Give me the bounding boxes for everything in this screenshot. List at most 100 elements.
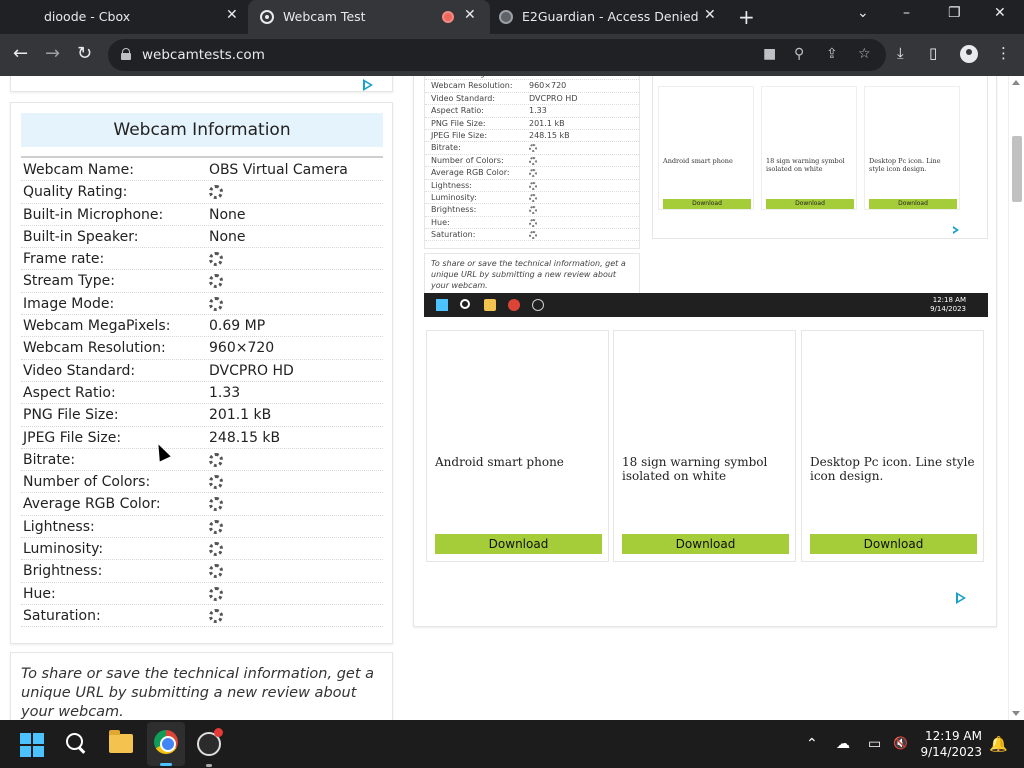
scrollbar-thumb[interactable] bbox=[1012, 136, 1022, 202]
page-scrollbar[interactable] bbox=[1008, 76, 1024, 720]
onedrive-icon[interactable]: ☁ bbox=[836, 736, 850, 752]
menu-kebab-icon[interactable]: ⋮ bbox=[996, 44, 1011, 62]
divider bbox=[21, 156, 383, 158]
info-row-value: 960×720 bbox=[209, 340, 275, 357]
lock-icon[interactable] bbox=[121, 48, 131, 60]
loading-spinner-icon bbox=[209, 274, 223, 289]
clock-time: 12:19 AM bbox=[925, 729, 982, 743]
share-icon[interactable]: ⇪ bbox=[826, 46, 838, 62]
url-text[interactable]: webcamtests.com bbox=[142, 47, 265, 63]
preview-row-value: 1.33 bbox=[529, 106, 547, 116]
ad-title: Desktop Pc icon. Line style icon design. bbox=[810, 455, 975, 483]
tab-title: Webcam Test bbox=[283, 9, 366, 24]
tab-webcam-test[interactable]: Webcam Test ✕ bbox=[248, 0, 490, 34]
scroll-down-icon[interactable] bbox=[1012, 711, 1020, 716]
preview-row: JPEG File Size: 248.15 kB bbox=[425, 130, 639, 143]
chrome-taskbar-icon[interactable] bbox=[147, 722, 185, 766]
preview-time: 12:18 AM bbox=[932, 296, 966, 304]
tab-bar: dioode - Cbox ✕ Webcam Test ✕ E2Guardian… bbox=[0, 0, 1024, 34]
side-panel-icon[interactable]: ▯ bbox=[929, 44, 937, 62]
back-arrow-icon[interactable]: ← bbox=[13, 43, 28, 64]
download-button[interactable]: Download bbox=[810, 534, 977, 554]
preview-row: Number of Colors: bbox=[425, 155, 639, 168]
adchoices-icon[interactable] bbox=[363, 79, 373, 91]
preview-taskbar: 12:18 AM 9/14/2023 bbox=[424, 293, 988, 317]
globe-favicon-icon bbox=[499, 10, 513, 24]
volume-muted-icon[interactable]: 🔇 bbox=[893, 736, 908, 750]
info-row-value: 201.1 kB bbox=[209, 407, 272, 424]
preview-row: Average RGB Color: bbox=[425, 167, 639, 180]
notifications-bell-icon[interactable]: 🔔 bbox=[989, 735, 1008, 753]
address-bar[interactable]: webcamtests.com ■ ⚲ ⇪ ☆ bbox=[108, 39, 886, 71]
preview-download-button: Download bbox=[766, 199, 854, 209]
close-tab-icon[interactable]: ✕ bbox=[464, 7, 476, 23]
forward-arrow-icon[interactable]: → bbox=[45, 43, 60, 64]
preview-row-label: Average RGB Color: bbox=[431, 168, 510, 178]
bookmark-star-icon[interactable]: ☆ bbox=[858, 46, 871, 62]
preview-clock: 12:18 AM 9/14/2023 bbox=[930, 296, 966, 314]
tab-title: dioode - Cbox bbox=[44, 9, 131, 24]
preview-row-label: PNG File Size: bbox=[431, 118, 486, 128]
info-row: Built-in Speaker: None bbox=[21, 226, 383, 249]
preview-info-table: Webcam MegaPixels:0.69 MPWebcam Resoluti… bbox=[424, 76, 640, 249]
preview-row-value: 960×720 bbox=[529, 81, 567, 91]
search-icon[interactable] bbox=[66, 733, 88, 755]
minimize-icon[interactable]: – bbox=[903, 5, 910, 21]
info-row: Webcam MegaPixels: 0.69 MP bbox=[21, 315, 383, 338]
preview-chrome-icon bbox=[508, 299, 520, 311]
ads-row: Android smart phone Download 18 sign war… bbox=[426, 330, 986, 564]
zoom-icon[interactable]: ⚲ bbox=[794, 46, 804, 62]
adchoices-icon[interactable] bbox=[956, 592, 966, 604]
preview-row-label: Hue: bbox=[431, 217, 450, 227]
tab-search-icon[interactable]: ⌄ bbox=[857, 5, 869, 21]
preview-search-icon bbox=[460, 299, 470, 309]
restore-icon[interactable]: ❐ bbox=[948, 5, 961, 21]
profile-avatar-icon[interactable] bbox=[960, 45, 978, 63]
download-button[interactable]: Download bbox=[435, 534, 602, 554]
info-row: Frame rate: bbox=[21, 248, 383, 271]
preview-row-label: Webcam MegaPixels: bbox=[431, 76, 515, 80]
info-row-label: Number of Colors: bbox=[23, 474, 151, 491]
windows-start-icon[interactable] bbox=[20, 733, 44, 757]
info-row: Lightness: bbox=[21, 516, 383, 539]
close-tab-icon[interactable]: ✕ bbox=[226, 7, 238, 23]
loading-spinner-icon bbox=[209, 586, 223, 601]
tab-dioode-cbox[interactable]: dioode - Cbox ✕ bbox=[0, 0, 248, 34]
ad-tile[interactable]: Desktop Pc icon. Line style icon design.… bbox=[801, 330, 984, 562]
info-row-label: Built-in Speaker: bbox=[23, 228, 139, 245]
scroll-up-icon[interactable] bbox=[1012, 80, 1020, 85]
ad-tile[interactable]: Android smart phone Download bbox=[426, 330, 609, 562]
loading-spinner-icon bbox=[209, 542, 223, 557]
preview-windows-icon bbox=[436, 299, 448, 311]
info-row-value: 0.69 MP bbox=[209, 318, 266, 335]
info-row-label: Average RGB Color: bbox=[23, 496, 161, 513]
preview-row: Luminosity: bbox=[425, 192, 639, 205]
taskbar-clock[interactable]: 12:19 AM 9/14/2023 bbox=[918, 728, 982, 760]
share-info-card: To share or save the technical informati… bbox=[10, 652, 393, 720]
loading-spinner-icon bbox=[209, 185, 223, 200]
close-tab-icon[interactable]: ✕ bbox=[704, 7, 716, 23]
tab-e2guardian[interactable]: E2Guardian - Access Denied ✕ bbox=[490, 0, 730, 34]
info-row-label: Saturation: bbox=[23, 607, 101, 624]
new-tab-button[interactable]: + bbox=[738, 5, 755, 29]
ad-tile[interactable]: 18 sign warning symbol isolated on white… bbox=[613, 330, 796, 562]
preview-row-label: Aspect Ratio: bbox=[431, 106, 484, 116]
network-icon[interactable]: ▭ bbox=[868, 736, 881, 752]
loading-spinner-icon bbox=[529, 193, 537, 202]
preview-row-label: Bitrate: bbox=[431, 143, 461, 153]
close-window-icon[interactable]: ✕ bbox=[994, 5, 1006, 21]
preview-row-label: Webcam Resolution: bbox=[431, 81, 513, 91]
info-row: Luminosity: bbox=[21, 538, 383, 561]
file-explorer-icon[interactable] bbox=[109, 730, 133, 753]
download-icon[interactable]: ⤓ bbox=[897, 44, 904, 62]
info-row-label: Bitrate: bbox=[23, 451, 76, 468]
preview-row: PNG File Size: 201.1 kB bbox=[425, 118, 639, 130]
download-button[interactable]: Download bbox=[622, 534, 789, 554]
reload-icon[interactable]: ↻ bbox=[77, 43, 92, 64]
camera-icon[interactable]: ■ bbox=[763, 46, 776, 62]
info-row-value: OBS Virtual Camera bbox=[209, 162, 348, 178]
preview-row: Bitrate: bbox=[425, 142, 639, 155]
obs-taskbar-icon[interactable] bbox=[197, 728, 223, 767]
loading-spinner-icon bbox=[209, 519, 223, 534]
show-hidden-icons-chevron-icon[interactable]: ⌃ bbox=[806, 736, 818, 752]
